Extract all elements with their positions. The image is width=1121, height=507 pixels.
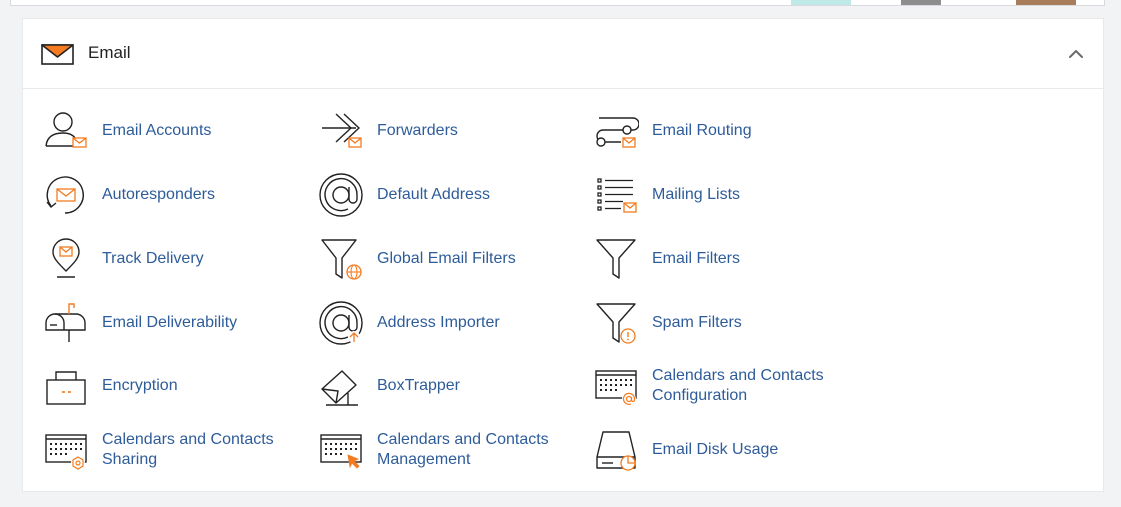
routing-icon	[593, 108, 639, 154]
section-header[interactable]: Email	[23, 19, 1103, 89]
item-label: Calendars and Contacts Sharing	[102, 431, 274, 468]
tool-mailing-lists[interactable]: Mailing Lists	[593, 170, 852, 220]
autoresponder-icon	[43, 172, 89, 218]
item-label: BoxTrapper	[377, 377, 460, 394]
section-title: Email	[88, 43, 131, 62]
tool-track-delivery[interactable]: Track Delivery	[43, 234, 302, 284]
disk-usage-icon	[593, 427, 639, 473]
tool-boxtrapper[interactable]: BoxTrapper	[318, 361, 577, 411]
funnel-warning-icon	[593, 300, 639, 346]
tool-email-deliverability[interactable]: Email Deliverability	[43, 298, 302, 348]
item-label: Calendars and Contacts Configuration	[652, 367, 824, 404]
tool-default-address[interactable]: Default Address	[318, 170, 577, 220]
item-label: Spam Filters	[652, 314, 742, 331]
at-sign-icon	[318, 172, 364, 218]
at-import-icon	[318, 300, 364, 346]
item-label: Encryption	[102, 377, 178, 394]
chevron-up-icon[interactable]	[1067, 45, 1085, 63]
user-mail-icon	[43, 108, 89, 154]
tool-spam-filters[interactable]: Spam Filters	[593, 298, 852, 348]
funnel-icon	[593, 236, 639, 282]
banner-fragment	[901, 0, 941, 5]
calendar-pointer-icon	[318, 427, 364, 473]
item-label: Global Email Filters	[377, 250, 516, 267]
envelope-icon	[41, 42, 75, 66]
item-label: Email Routing	[652, 122, 752, 139]
tool-email-disk-usage[interactable]: Email Disk Usage	[593, 425, 852, 475]
item-label: Mailing Lists	[652, 186, 741, 203]
item-label: Address Importer	[377, 314, 500, 331]
item-label: Autoresponders	[102, 186, 215, 203]
tool-calendars-contacts-sharing[interactable]: Calendars and Contacts Sharing	[43, 425, 302, 475]
banner-fragment	[791, 0, 851, 5]
funnel-globe-icon	[318, 236, 364, 282]
tool-calendars-contacts-configuration[interactable]: Calendars and Contacts Configuration	[593, 361, 852, 411]
item-label: Forwarders	[377, 122, 458, 139]
tool-email-filters[interactable]: Email Filters	[593, 234, 852, 284]
item-label: Track Delivery	[102, 250, 204, 267]
tool-encryption[interactable]: Encryption	[43, 361, 302, 411]
item-label: Email Deliverability	[102, 314, 238, 331]
tool-email-accounts[interactable]: Email Accounts	[43, 106, 302, 156]
trap-icon	[318, 363, 364, 409]
calendar-at-icon	[593, 363, 639, 409]
item-label: Calendars and Contacts Management	[377, 431, 549, 468]
email-section-panel: Email Email Accounts Forwarders Email Ro…	[22, 18, 1104, 492]
tool-forwarders[interactable]: Forwarders	[318, 106, 577, 156]
tool-calendars-contacts-management[interactable]: Calendars and Contacts Management	[318, 425, 577, 475]
forward-arrow-icon	[318, 108, 364, 154]
lock-icon	[43, 363, 89, 409]
previous-panel-edge	[10, 0, 1105, 6]
tool-global-email-filters[interactable]: Global Email Filters	[318, 234, 577, 284]
item-label: Email Disk Usage	[652, 441, 779, 458]
tool-address-importer[interactable]: Address Importer	[318, 298, 577, 348]
calendar-gear-icon	[43, 427, 89, 473]
tool-email-routing[interactable]: Email Routing	[593, 106, 852, 156]
location-pin-icon	[43, 236, 89, 282]
list-mail-icon	[593, 172, 639, 218]
mailbox-icon	[43, 300, 89, 346]
item-label: Default Address	[377, 186, 490, 203]
item-label: Email Accounts	[102, 122, 212, 139]
banner-fragment	[1016, 0, 1076, 5]
item-label: Email Filters	[652, 250, 741, 267]
tool-autoresponders[interactable]: Autoresponders	[43, 170, 302, 220]
